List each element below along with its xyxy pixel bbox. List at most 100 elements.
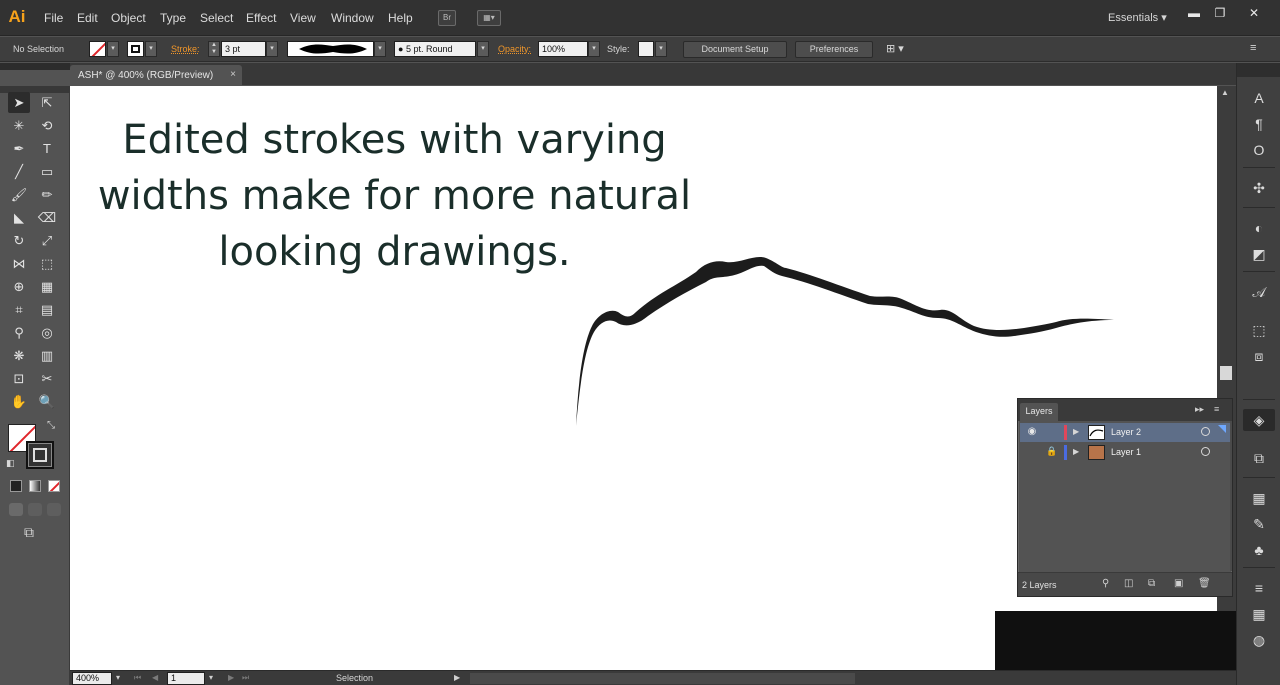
pencil-tool-icon[interactable]: ✏	[36, 184, 58, 205]
selection-indicator[interactable]	[1218, 425, 1226, 433]
artboards-icon[interactable]: ⧉	[1243, 447, 1275, 469]
layers-tab[interactable]: Layers	[1020, 403, 1058, 421]
selection-tool-icon[interactable]: ➤	[8, 92, 30, 113]
symbol-sprayer-tool-icon[interactable]: ❋	[8, 345, 30, 366]
paintbrush-tool-icon[interactable]: 🖌	[8, 184, 30, 205]
hand-tool-icon[interactable]: ✋	[8, 391, 30, 412]
brushes-icon[interactable]: ✎	[1243, 513, 1275, 535]
gradient-tool-icon[interactable]: ▤	[36, 299, 58, 320]
workspace-switcher[interactable]: Essentials ▾	[1108, 11, 1167, 24]
layer-name[interactable]: Layer 2	[1111, 427, 1141, 437]
control-panel-menu-icon[interactable]: ≡	[1250, 42, 1256, 54]
paragraph-icon[interactable]: ¶	[1243, 113, 1275, 135]
blob-brush-tool-icon[interactable]: ◣	[8, 207, 30, 228]
lock-icon[interactable]: 🔒	[1044, 446, 1060, 459]
visibility-eye-icon[interactable]	[1024, 446, 1040, 459]
previous-artboard-icon[interactable]: ◀	[152, 673, 158, 682]
swap-fill-stroke-icon[interactable]: ⤡	[47, 420, 55, 431]
layer-name[interactable]: Layer 1	[1111, 447, 1141, 457]
document-setup-button[interactable]: Document Setup	[683, 41, 787, 58]
stroke-icon[interactable]: ≡	[1243, 577, 1275, 599]
fill-swatch[interactable]	[89, 41, 106, 57]
gradient-mode-icon[interactable]	[29, 480, 41, 492]
delete-layer-icon[interactable]: 🗑	[1198, 578, 1211, 589]
bridge-icon[interactable]: Br	[438, 10, 456, 26]
zoom-dropdown-icon[interactable]: ▾	[116, 673, 120, 682]
close-window-button[interactable]: ✕	[1243, 5, 1265, 21]
blend-tool-icon[interactable]: ◎	[36, 322, 58, 343]
mesh-tool-icon[interactable]: ⌗	[8, 299, 30, 320]
zoom-field[interactable]: 400%	[72, 672, 112, 685]
line-segment-tool-icon[interactable]: ╱	[8, 161, 30, 182]
layers-icon[interactable]: ◈	[1243, 409, 1275, 431]
stroke-weight-dropdown-icon[interactable]: ▾	[266, 41, 278, 57]
lock-toggle[interactable]	[1044, 426, 1060, 439]
expand-layer-icon[interactable]: ▶	[1073, 447, 1079, 456]
brush-dropdown-icon[interactable]: ▾	[477, 41, 489, 57]
rotate-tool-icon[interactable]: ↻	[8, 230, 30, 251]
layer-target-icon[interactable]	[1201, 427, 1210, 436]
artboard-number-field[interactable]: 1	[167, 672, 205, 685]
layer-row[interactable]: ◉ ▶ Layer 2	[1020, 423, 1230, 442]
graphic-styles-icon[interactable]: 𝒜	[1243, 281, 1275, 303]
first-artboard-icon[interactable]: ⏮	[134, 673, 141, 683]
locate-object-icon[interactable]: ⚲	[1102, 578, 1109, 589]
opacity-label[interactable]: Opacity:	[498, 44, 531, 54]
document-tab[interactable]: ASH* @ 400% (RGB/Preview) ×	[70, 65, 242, 85]
menu-object[interactable]: Object	[111, 11, 146, 25]
menu-window[interactable]: Window	[331, 11, 374, 25]
gradient-icon[interactable]: ◩	[1243, 243, 1275, 265]
scale-tool-icon[interactable]: ⤢	[36, 230, 58, 251]
status-menu-icon[interactable]: ▶	[454, 673, 460, 682]
pathfinder-icon[interactable]: ⧈	[1243, 345, 1275, 367]
layer-row[interactable]: 🔒 ▶ Layer 1	[1020, 443, 1230, 462]
last-artboard-icon[interactable]: ⏭	[242, 673, 249, 683]
zoom-tool-icon[interactable]: 🔍	[36, 391, 58, 412]
magic-wand-tool-icon[interactable]: ✳	[8, 115, 30, 136]
horizontal-scrollbar[interactable]	[470, 673, 855, 684]
menu-effect[interactable]: Effect	[246, 11, 276, 25]
draw-behind-icon[interactable]	[28, 503, 42, 516]
menu-help[interactable]: Help	[388, 11, 413, 25]
create-new-layer-icon[interactable]: ▣	[1174, 578, 1183, 589]
stroke-color-swatch[interactable]	[26, 441, 54, 469]
rectangle-tool-icon[interactable]: ▭	[36, 161, 58, 182]
expand-layer-icon[interactable]: ▶	[1073, 427, 1079, 436]
variable-width-profile[interactable]	[287, 41, 374, 57]
stroke-weight-field[interactable]: 3 pt	[221, 41, 266, 57]
screen-mode-icon[interactable]: ⧉	[24, 524, 34, 541]
stroke-stepper[interactable]: ▲ ▼	[208, 41, 220, 57]
stroke-swatch[interactable]	[127, 41, 144, 57]
panel-menu-icon[interactable]: ≡	[1214, 404, 1219, 414]
artboard-dropdown-icon[interactable]: ▾	[209, 673, 213, 682]
minimize-button[interactable]: ▬	[1183, 5, 1205, 21]
close-tab-icon[interactable]: ×	[230, 69, 236, 80]
fill-dropdown-icon[interactable]: ▾	[107, 41, 119, 57]
stroke-dropdown-icon[interactable]: ▾	[145, 41, 157, 57]
lasso-tool-icon[interactable]: ⟲	[36, 115, 58, 136]
swatches-icon[interactable]: ◐	[1243, 217, 1275, 239]
character-icon[interactable]: A	[1243, 87, 1275, 109]
shape-builder-tool-icon[interactable]: ⊕	[8, 276, 30, 297]
make-clipping-mask-icon[interactable]: ◫	[1124, 578, 1133, 589]
column-graph-tool-icon[interactable]: ▥	[36, 345, 58, 366]
opacity-field[interactable]: 100%	[538, 41, 588, 57]
width-profile-dropdown-icon[interactable]: ▾	[374, 41, 386, 57]
create-sublayer-icon[interactable]: ⧉	[1148, 578, 1155, 589]
eraser-tool-icon[interactable]: ⌫	[36, 207, 58, 228]
draw-inside-icon[interactable]	[47, 503, 61, 516]
transform-icon[interactable]: ⬚	[1243, 319, 1275, 341]
arrange-documents-icon[interactable]: ▦▾	[477, 10, 501, 26]
layers-panel-header[interactable]: Layers ▸▸ ≡	[1018, 399, 1232, 421]
align-icon[interactable]: ▦	[1243, 487, 1275, 509]
next-artboard-icon[interactable]: ▶	[228, 673, 234, 682]
free-transform-tool-icon[interactable]: ⬚	[36, 253, 58, 274]
vertical-scroll-thumb[interactable]	[1220, 366, 1232, 380]
slice-tool-icon[interactable]: ✂	[36, 368, 58, 389]
visibility-eye-icon[interactable]: ◉	[1024, 426, 1040, 439]
menu-select[interactable]: Select	[200, 11, 233, 25]
brush-definition-field[interactable]: ● 5 pt. Round	[394, 41, 476, 57]
opentype-icon[interactable]: O	[1243, 139, 1275, 161]
none-mode-icon[interactable]	[48, 480, 60, 492]
scroll-up-icon[interactable]: ▲	[1221, 88, 1229, 97]
